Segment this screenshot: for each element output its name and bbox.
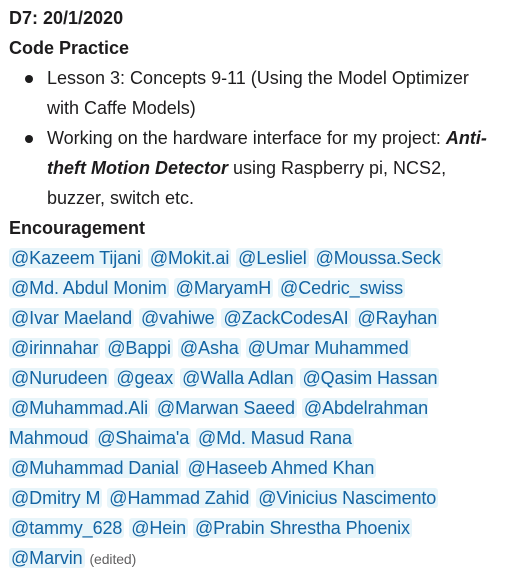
section-title-encouragement: Encouragement [9, 218, 146, 238]
mention[interactable]: @geax [114, 368, 176, 388]
mention[interactable]: @Hein [129, 518, 189, 538]
mention[interactable]: @Md. Masud Rana [196, 428, 354, 448]
mention[interactable]: @Haseeb Ahmed Khan [185, 458, 377, 478]
list-item: Lesson 3: Concepts 9-11 (Using the Model… [25, 63, 498, 123]
mention[interactable]: @Rayhan [355, 308, 440, 328]
message: D7: 20/1/2020 Code Practice Lesson 3: Co… [0, 0, 506, 574]
mention[interactable]: @tammy_628 [9, 518, 125, 538]
mention[interactable]: @Marwan Saeed [154, 398, 297, 418]
mention[interactable]: @irinnahar [9, 338, 101, 358]
mention[interactable]: @Prabin Shrestha Phoenix [192, 518, 412, 538]
mention[interactable]: @Qasim Hassan [300, 368, 440, 388]
mention[interactable]: @Vinicius Nascimento [256, 488, 439, 508]
mention[interactable]: @Asha [177, 338, 241, 358]
mention[interactable]: @vahiwe [138, 308, 217, 328]
mention[interactable]: @Dmitry M [9, 488, 103, 508]
mention[interactable]: @Kazeem Tijani [9, 248, 143, 268]
mention[interactable]: @Nurudeen [9, 368, 110, 388]
mention[interactable]: @MaryamH [173, 278, 274, 298]
mention[interactable]: @Marvin [9, 548, 85, 568]
mention[interactable]: @Lesliel [236, 248, 309, 268]
mention[interactable]: @Shaima'a [95, 428, 192, 448]
mention[interactable]: @ZackCodesAI [221, 308, 351, 328]
mention[interactable]: @Umar Muhammed [245, 338, 411, 358]
mention[interactable]: @Walla Adlan [180, 368, 296, 388]
section-title-code-practice: Code Practice [9, 38, 130, 58]
mention[interactable]: @Cedric_swiss [278, 278, 406, 298]
list-item: Working on the hardware interface for my… [25, 123, 498, 213]
mention[interactable]: @Muhammad Danial [9, 458, 181, 478]
mention[interactable]: @Bappi [105, 338, 173, 358]
list-item-text: Lesson 3: Concepts 9-11 (Using the Model… [47, 68, 469, 118]
edited-label: (edited) [89, 551, 137, 567]
mentions-list: @Kazeem Tijani @Mokit.ai @Lesliel @Mouss… [9, 243, 498, 574]
list-item-prefix: Working on the hardware interface for my… [47, 128, 446, 148]
mention[interactable]: @Md. Abdul Monim [9, 278, 169, 298]
mention[interactable]: @Ivar Maeland [9, 308, 135, 328]
mention[interactable]: @Moussa.Seck [313, 248, 443, 268]
practice-list: Lesson 3: Concepts 9-11 (Using the Model… [9, 63, 498, 213]
mention[interactable]: @Mokit.ai [147, 248, 232, 268]
mention[interactable]: @Hammad Zahid [107, 488, 252, 508]
mention[interactable]: @Muhammad.Ali [9, 398, 151, 418]
date-heading: D7: 20/1/2020 [9, 8, 124, 28]
